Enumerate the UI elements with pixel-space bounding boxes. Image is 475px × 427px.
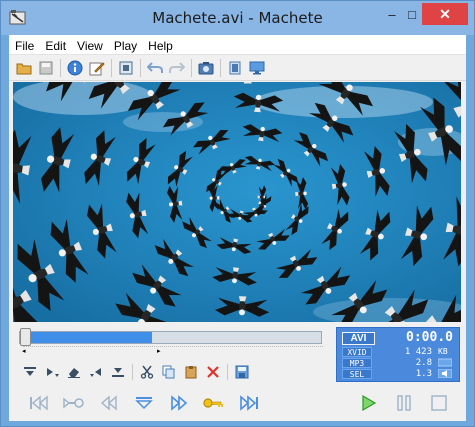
close-button[interactable]: ✕ bbox=[422, 3, 468, 25]
menu-edit[interactable]: Edit bbox=[39, 35, 71, 55]
video-frames-icon[interactable] bbox=[115, 57, 137, 79]
playback-controls bbox=[9, 386, 466, 420]
go-to-start-icon[interactable] bbox=[21, 389, 56, 417]
copy-icon[interactable] bbox=[158, 362, 180, 382]
seek-track[interactable] bbox=[19, 331, 322, 344]
go-to-marker-icon[interactable] bbox=[126, 389, 161, 417]
paste-icon[interactable] bbox=[180, 362, 202, 382]
pause-icon[interactable] bbox=[386, 389, 421, 417]
fullscreen-icon[interactable] bbox=[224, 57, 246, 79]
media-info-panel: AVI 0:00.0 XVID 1 423 KB MP3 2.8 SEL 1.3 bbox=[336, 327, 460, 382]
info-row-video: XVID 1 423 KB bbox=[342, 347, 454, 357]
mark-in-icon[interactable] bbox=[19, 362, 41, 382]
redo-icon[interactable] bbox=[166, 57, 188, 79]
speaker-icon[interactable] bbox=[437, 368, 454, 381]
step-forward-icon[interactable] bbox=[161, 389, 196, 417]
client-area: File Edit View Play Help ◂ ▸ AVI 0:00.0 … bbox=[9, 35, 466, 421]
info-row-selection: SEL 1.3 bbox=[342, 368, 454, 381]
toolbar-separator bbox=[140, 58, 141, 77]
app-window: Machete.avi - Machete – □ ✕ File Edit Vi… bbox=[0, 0, 475, 427]
seek-ticks bbox=[23, 346, 323, 349]
stop-icon[interactable] bbox=[421, 389, 456, 417]
info-value-audio: 2.8 bbox=[415, 358, 432, 368]
mark-out-icon[interactable] bbox=[85, 362, 107, 382]
delete-icon[interactable] bbox=[202, 362, 224, 382]
erase-icon[interactable] bbox=[63, 362, 85, 382]
video-frame[interactable] bbox=[13, 82, 461, 322]
play-icon[interactable] bbox=[351, 389, 386, 417]
info-icon[interactable] bbox=[64, 57, 86, 79]
seek-bar[interactable]: ◂ ▸ bbox=[9, 325, 334, 355]
info-row-audio: MP3 2.8 bbox=[342, 358, 454, 368]
keyframe-forward-icon[interactable] bbox=[196, 389, 231, 417]
info-label-audio: MP3 bbox=[342, 358, 372, 368]
title-bar[interactable]: Machete.avi - Machete – □ ✕ bbox=[1, 1, 474, 35]
info-label-selection: SEL bbox=[342, 369, 372, 379]
info-value-selection: 1.3 bbox=[415, 369, 432, 379]
keyframe-back-icon[interactable] bbox=[56, 389, 91, 417]
go-to-end-icon[interactable] bbox=[231, 389, 266, 417]
time-display: 0:00.0 bbox=[406, 330, 453, 345]
seek-progress bbox=[20, 332, 152, 343]
menu-bar: File Edit View Play Help bbox=[9, 35, 466, 55]
seek-handle[interactable] bbox=[20, 328, 31, 346]
info-label-video: XVID bbox=[342, 347, 372, 357]
open-folder-icon[interactable] bbox=[13, 57, 35, 79]
mark-out-dropdown-icon[interactable] bbox=[107, 362, 129, 382]
info-unit-video: KB bbox=[438, 347, 448, 356]
container-badge: AVI bbox=[342, 332, 375, 345]
edit-toolbar bbox=[9, 361, 334, 383]
camera-snapshot-icon[interactable] bbox=[195, 57, 217, 79]
display-icon[interactable] bbox=[246, 57, 268, 79]
selection-start-marker[interactable]: ◂ bbox=[22, 347, 26, 355]
info-value-video: 1 423 bbox=[404, 347, 432, 357]
menu-help[interactable]: Help bbox=[142, 35, 178, 55]
toolbar-separator bbox=[220, 58, 221, 77]
cut-icon[interactable] bbox=[136, 362, 158, 382]
toolbar-separator bbox=[111, 58, 112, 77]
menu-file[interactable]: File bbox=[9, 35, 39, 55]
menu-view[interactable]: View bbox=[71, 35, 108, 55]
toolbar-separator bbox=[132, 364, 133, 380]
selection-end-marker[interactable]: ▸ bbox=[157, 347, 161, 355]
undo-icon[interactable] bbox=[144, 57, 166, 79]
save-icon[interactable] bbox=[35, 57, 57, 79]
toolbar-separator bbox=[191, 58, 192, 77]
toolbar-separator bbox=[60, 58, 61, 77]
menu-play[interactable]: Play bbox=[108, 35, 142, 55]
toolbar-separator bbox=[227, 364, 228, 380]
step-back-icon[interactable] bbox=[91, 389, 126, 417]
edit-tags-icon[interactable] bbox=[86, 57, 108, 79]
main-toolbar bbox=[9, 55, 466, 81]
mark-in-dropdown-icon[interactable] bbox=[41, 362, 63, 382]
save-selection-icon[interactable] bbox=[231, 362, 253, 382]
